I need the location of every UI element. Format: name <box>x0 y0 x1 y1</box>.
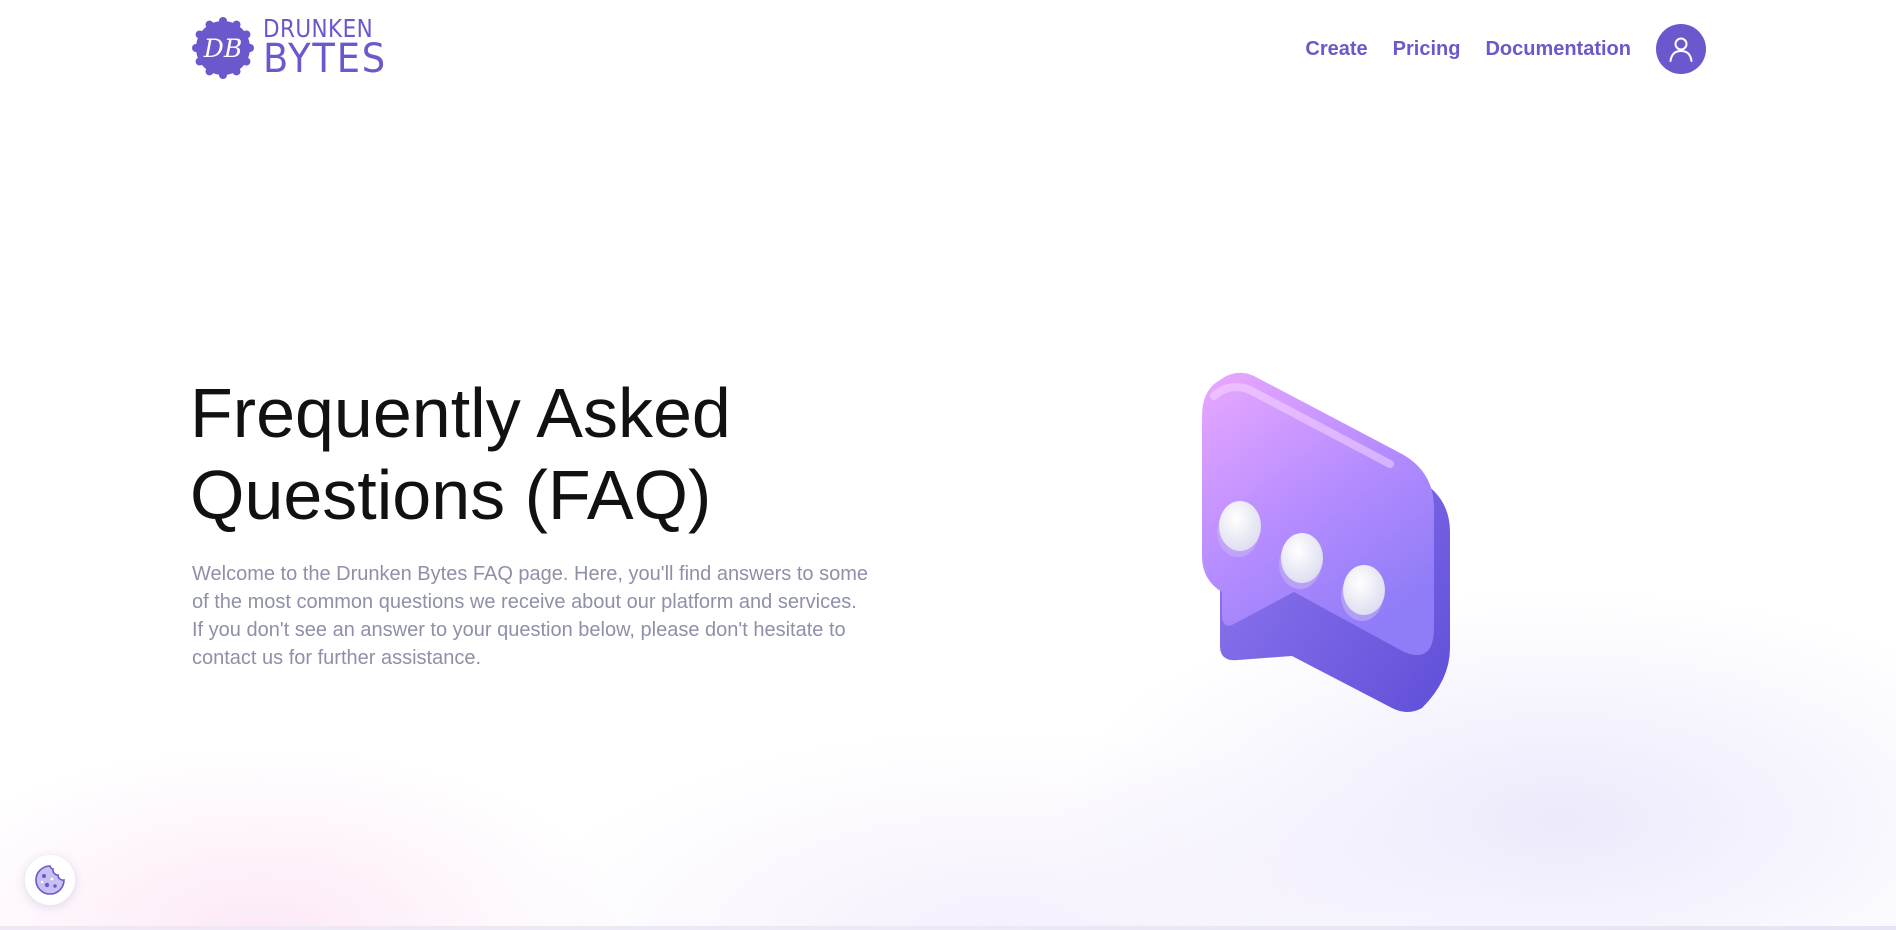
account-button[interactable] <box>1656 24 1706 74</box>
nav-link-pricing[interactable]: Pricing <box>1393 38 1461 61</box>
cookie-settings-button[interactable] <box>25 855 75 905</box>
main-nav: Create Pricing Documentation <box>1305 24 1706 74</box>
logo-monogram: DB <box>203 34 242 63</box>
page-title: Frequently Asked Questions (FAQ) <box>190 374 731 534</box>
site-header: DB DRUNKEN BYTES Create Pricing Document… <box>0 0 1896 100</box>
page-description: Welcome to the Drunken Bytes FAQ page. H… <box>192 563 868 669</box>
logo-wordmark-line2: BYTES <box>263 36 388 82</box>
db-monogram-badge-icon: DB <box>192 16 254 79</box>
chat-bubble-icon <box>1202 372 1450 712</box>
page: DB DRUNKEN BYTES Create Pricing Document… <box>0 0 1896 930</box>
nav-link-documentation[interactable]: Documentation <box>1485 38 1631 61</box>
user-icon <box>1669 37 1693 62</box>
page-bottom-border <box>0 926 1896 930</box>
nav-link-create[interactable]: Create <box>1305 38 1367 61</box>
home-logo-link[interactable]: DB DRUNKEN BYTES <box>192 16 398 79</box>
logo-wordmark: DRUNKEN BYTES <box>263 16 398 79</box>
cookie-icon <box>35 865 65 895</box>
